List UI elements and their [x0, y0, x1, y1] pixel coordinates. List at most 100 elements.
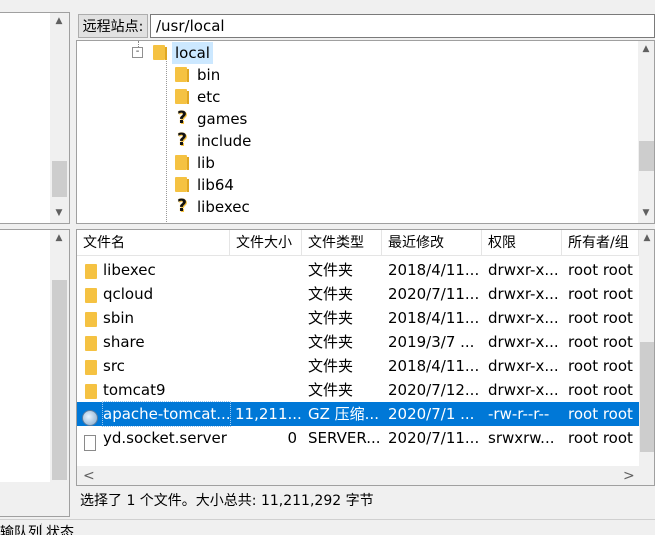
tab-transfer-queue[interactable]: 传输队列: [0, 524, 42, 535]
table-row-selected[interactable]: apache-tomcat... 11,211... GZ 压缩... 2020…: [77, 401, 639, 427]
scroll-thumb[interactable]: [52, 280, 67, 480]
file-name: apache-tomcat...: [102, 401, 231, 427]
local-tree-scrollbar[interactable]: ▲ ▼: [50, 13, 69, 223]
status-text: 选择了 1 个文件。大小总共: 11,211,292 字节: [80, 493, 374, 509]
tree-item-label: etc: [197, 88, 221, 106]
scroll-up-arrow-icon[interactable]: ▲: [639, 232, 654, 244]
column-header-type[interactable]: 文件类型: [302, 230, 382, 256]
folder-icon: [85, 312, 97, 327]
remote-site-label: 远程站点:: [78, 14, 148, 38]
file-size: 11,211...: [235, 405, 301, 423]
file-name: sbin: [103, 309, 135, 327]
tree-item-include[interactable]: ? include: [173, 130, 283, 152]
table-row[interactable]: yd.socket.server 0 SERVER... 2020/7/11..…: [77, 426, 639, 451]
scroll-thumb[interactable]: [640, 342, 654, 452]
tree-item-etc[interactable]: etc: [173, 86, 263, 108]
tree-item-local[interactable]: local: [151, 42, 241, 64]
scroll-up-arrow-icon[interactable]: ▲: [638, 43, 654, 55]
file-modified: 2019/3/7 ...: [388, 333, 475, 351]
remote-file-panel: 文件名 ^ 文件大小 文件类型 最近修改 权限 所有者/组 libexec 文件…: [76, 229, 655, 486]
file-name: tomcat9: [103, 381, 166, 399]
remote-path-input[interactable]: /usr/local: [150, 14, 655, 38]
tree-item-lib64[interactable]: lib64: [173, 174, 263, 196]
folder-icon: [175, 177, 189, 192]
remote-tree-scrollbar[interactable]: ▲ ▼: [638, 41, 654, 223]
tree-connector-line: [166, 59, 167, 223]
remote-site-bar: 远程站点: /usr/local: [76, 12, 655, 40]
table-row[interactable]: qcloud 文件夹 2020/7/11... drwxr-x... root …: [77, 282, 639, 306]
file-list-body: libexec 文件夹 2018/4/11... drwxr-x... root…: [77, 258, 639, 454]
file-modified: 2018/4/11...: [388, 261, 480, 279]
file-permissions: drwxr-x...: [488, 309, 559, 327]
scroll-right-arrow-icon[interactable]: >: [623, 468, 635, 484]
remote-file-hscroll[interactable]: < >: [77, 466, 639, 485]
file-owner: root root: [568, 333, 633, 351]
tab-status[interactable]: 状态: [46, 524, 74, 535]
tree-item-bin[interactable]: bin: [173, 64, 263, 86]
table-row[interactable]: libexec 文件夹 2018/4/11... drwxr-x... root…: [77, 258, 639, 282]
file-size: [235, 354, 297, 378]
folder-icon: [175, 89, 189, 104]
file-type: 文件夹: [308, 333, 354, 351]
file-owner: root root: [568, 357, 633, 375]
file-size: 0: [287, 429, 297, 447]
unknown-folder-icon: ?: [177, 196, 187, 216]
column-header-modified[interactable]: 最近修改: [382, 230, 482, 256]
scroll-left-arrow-icon[interactable]: <: [83, 468, 95, 484]
sort-ascending-icon: ^: [147, 229, 155, 237]
file-size: [235, 378, 297, 402]
scroll-down-arrow-icon[interactable]: ▼: [638, 207, 654, 219]
file-name: qcloud: [103, 285, 154, 303]
file-owner: root root: [568, 405, 633, 423]
file-type: 文件夹: [308, 357, 354, 375]
file-modified: 2020/7/1 ...: [388, 405, 475, 423]
tree-item-label: local: [172, 42, 213, 64]
tree-item-libexec[interactable]: ? libexec: [173, 196, 283, 218]
file-type: GZ 压缩...: [308, 405, 379, 423]
folder-icon: [85, 384, 97, 399]
bottom-tab-bar: 传输队列 状态: [0, 519, 655, 535]
tree-expander-minus-icon[interactable]: -: [132, 47, 143, 58]
file-type: SERVER...: [308, 429, 380, 447]
file-modified: 2020/7/11...: [388, 429, 480, 447]
remote-tree-panel: - local bin etc ? games ? include lib li…: [76, 40, 655, 224]
table-row[interactable]: share 文件夹 2019/3/7 ... drwxr-x... root r…: [77, 330, 639, 354]
table-row[interactable]: tomcat9 文件夹 2020/7/12... drwxr-x... root…: [77, 378, 639, 402]
file-owner: root root: [568, 285, 633, 303]
file-type: 文件夹: [308, 261, 354, 279]
unknown-folder-icon: ?: [177, 130, 187, 150]
tree-item-games[interactable]: ? games: [173, 108, 263, 130]
tree-item-label: include: [197, 132, 252, 150]
remote-file-scrollbar[interactable]: ▲: [639, 230, 654, 466]
folder-icon: [175, 155, 189, 170]
file-owner: root root: [568, 381, 633, 399]
file-owner: root root: [568, 261, 633, 279]
local-file-hscroll[interactable]: [0, 482, 69, 516]
scroll-thumb[interactable]: [52, 161, 67, 197]
file-owner: root root: [568, 429, 633, 447]
file-name: libexec: [103, 261, 156, 279]
tree-item-label: games: [197, 110, 248, 128]
file-permissions: drwxr-x...: [488, 285, 559, 303]
tree-item-label: lib64: [197, 176, 234, 194]
file-permissions: -rw-r--r--: [488, 405, 550, 423]
scroll-up-arrow-icon[interactable]: ▲: [51, 232, 67, 244]
column-header-permissions[interactable]: 权限: [482, 230, 562, 256]
file-modified: 2018/4/11...: [388, 309, 480, 327]
scroll-thumb[interactable]: [639, 141, 654, 171]
file-size: [235, 306, 297, 330]
file-name: share: [103, 333, 145, 351]
column-header-size[interactable]: 文件大小: [230, 230, 302, 256]
tree-item-lib[interactable]: lib: [173, 152, 263, 174]
table-row[interactable]: src 文件夹 2018/4/11... drwxr-x... root roo…: [77, 354, 639, 378]
file-size: [235, 330, 297, 354]
column-header-owner[interactable]: 所有者/组: [562, 230, 639, 256]
file-modified: 2018/4/11...: [388, 357, 480, 375]
file-permissions: drwxr-x...: [488, 357, 559, 375]
local-file-scrollbar[interactable]: ▲: [50, 230, 69, 482]
scroll-down-arrow-icon[interactable]: ▼: [51, 207, 67, 219]
local-tree-panel: ▲ ▼: [0, 12, 70, 224]
scroll-up-arrow-icon[interactable]: ▲: [51, 15, 67, 27]
local-file-panel: ▲: [0, 229, 70, 517]
table-row[interactable]: sbin 文件夹 2018/4/11... drwxr-x... root ro…: [77, 306, 639, 330]
